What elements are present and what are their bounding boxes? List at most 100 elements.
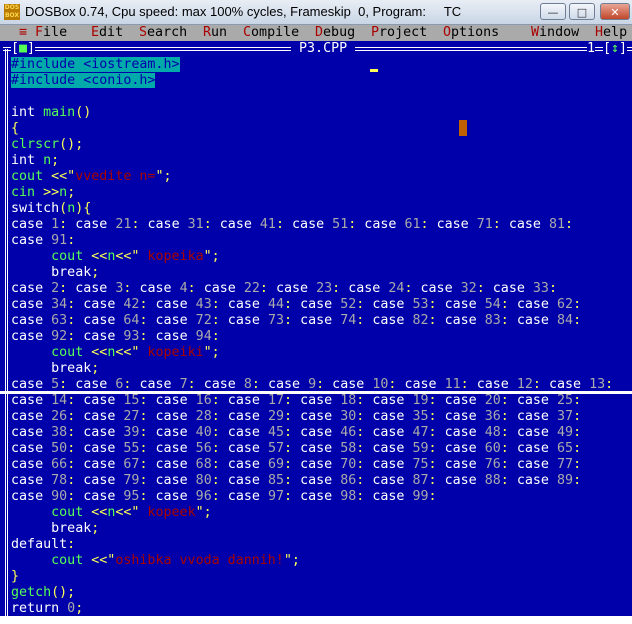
case-colon: : [139,441,148,456]
code-token: oshibka vvoda dannih! [115,553,284,568]
code-token: <<" [115,345,140,360]
code-token: <<" [115,505,140,520]
case-number: 10 [372,377,389,392]
code-token: n [59,185,68,200]
code-line: switch(n){ [11,201,627,217]
case-number: 59 [412,441,429,456]
menu-debug[interactable]: Debug [315,25,355,41]
case-keyword: case [516,409,549,424]
code-token: cin [11,185,44,200]
menu-options[interactable]: Options [443,25,499,41]
case-keyword: case [516,297,549,312]
case-number: 86 [340,473,357,488]
case-keyword: case [227,425,260,440]
case-number: 12 [516,377,533,392]
case-colon: : [428,297,437,312]
code-token: <<" [91,553,116,568]
code-line: case 63: case 64: case 72: case 73: case… [11,313,627,329]
menu-edit[interactable]: Edit [91,25,123,41]
case-keyword: case [203,377,236,392]
case-number: 24 [388,281,405,296]
code-token: int [11,105,44,120]
menu-compile[interactable]: Compile [243,25,299,41]
code-token: <<" [51,169,76,184]
menu-project[interactable]: Project [371,25,427,41]
menu-run[interactable]: Run [203,25,227,41]
case-number: 55 [123,441,140,456]
case-number: 79 [123,473,140,488]
case-keyword: case [227,393,260,408]
minimize-button[interactable]: — [540,3,566,20]
case-number: 66 [51,457,68,472]
code-token: int [11,153,44,168]
case-number: 37 [557,409,574,424]
code-line: case 66: case 67: case 68: case 69: case… [11,457,627,473]
menu-window[interactable]: Window [531,25,579,41]
maximize-button[interactable]: □ [569,3,595,20]
case-keyword: case [436,217,469,232]
case-keyword: case [372,313,405,328]
menu-label: un [211,25,228,40]
menu-file[interactable]: File [35,25,67,41]
case-keyword: case [227,297,260,312]
case-keyword: case [11,217,44,232]
case-colon: : [565,217,574,232]
case-number: 9 [308,377,317,392]
case-keyword: case [83,329,116,344]
code-editor[interactable]: #include <iostream.h> #include <conio.h> i… [11,57,627,617]
close-button[interactable]: ✕ [600,3,630,20]
case-keyword: case [11,297,44,312]
case-keyword: case [155,425,188,440]
code-line: break; [11,265,627,281]
editor-frame-left [5,49,8,616]
code-token: << [91,505,108,520]
case-number: 60 [484,441,501,456]
case-number: 26 [51,409,68,424]
code-token: << [91,345,108,360]
code-line: cout <<"vvedite n="; [11,169,627,185]
case-number: 98 [340,489,357,504]
case-number: 50 [51,441,68,456]
code-line: case 90: case 95: case 96: case 97: case… [11,489,627,505]
menu-search[interactable]: Search [139,25,187,41]
menu-hotkey: P [371,25,380,40]
code-line: case 92: case 93: case 94: [11,329,627,345]
code-token: ; [51,153,60,168]
code-line: #include <conio.h> [11,73,627,89]
code-token: break [11,361,92,376]
code-token: cout [11,553,92,568]
code-token: #include <iostream.h> [11,57,180,72]
case-number: 77 [557,457,574,472]
case-keyword: case [300,393,333,408]
case-keyword: case [227,457,260,472]
close-box-icon[interactable]: ■ [19,41,28,57]
case-keyword: case [372,425,405,440]
code-token: n [67,201,76,216]
case-number: 14 [51,393,68,408]
menu-help[interactable]: Help [595,25,627,41]
case-colon: : [187,281,196,296]
case-colon: : [59,217,68,232]
system-menu-icon[interactable]: ≡ [19,25,27,41]
zoom-box-icon[interactable]: ↕ [611,41,620,57]
case-number: 34 [51,297,68,312]
case-keyword: case [444,457,477,472]
case-keyword: case [83,441,116,456]
code-token: main [43,105,76,120]
case-colon: : [460,377,469,392]
case-colon: : [500,457,509,472]
